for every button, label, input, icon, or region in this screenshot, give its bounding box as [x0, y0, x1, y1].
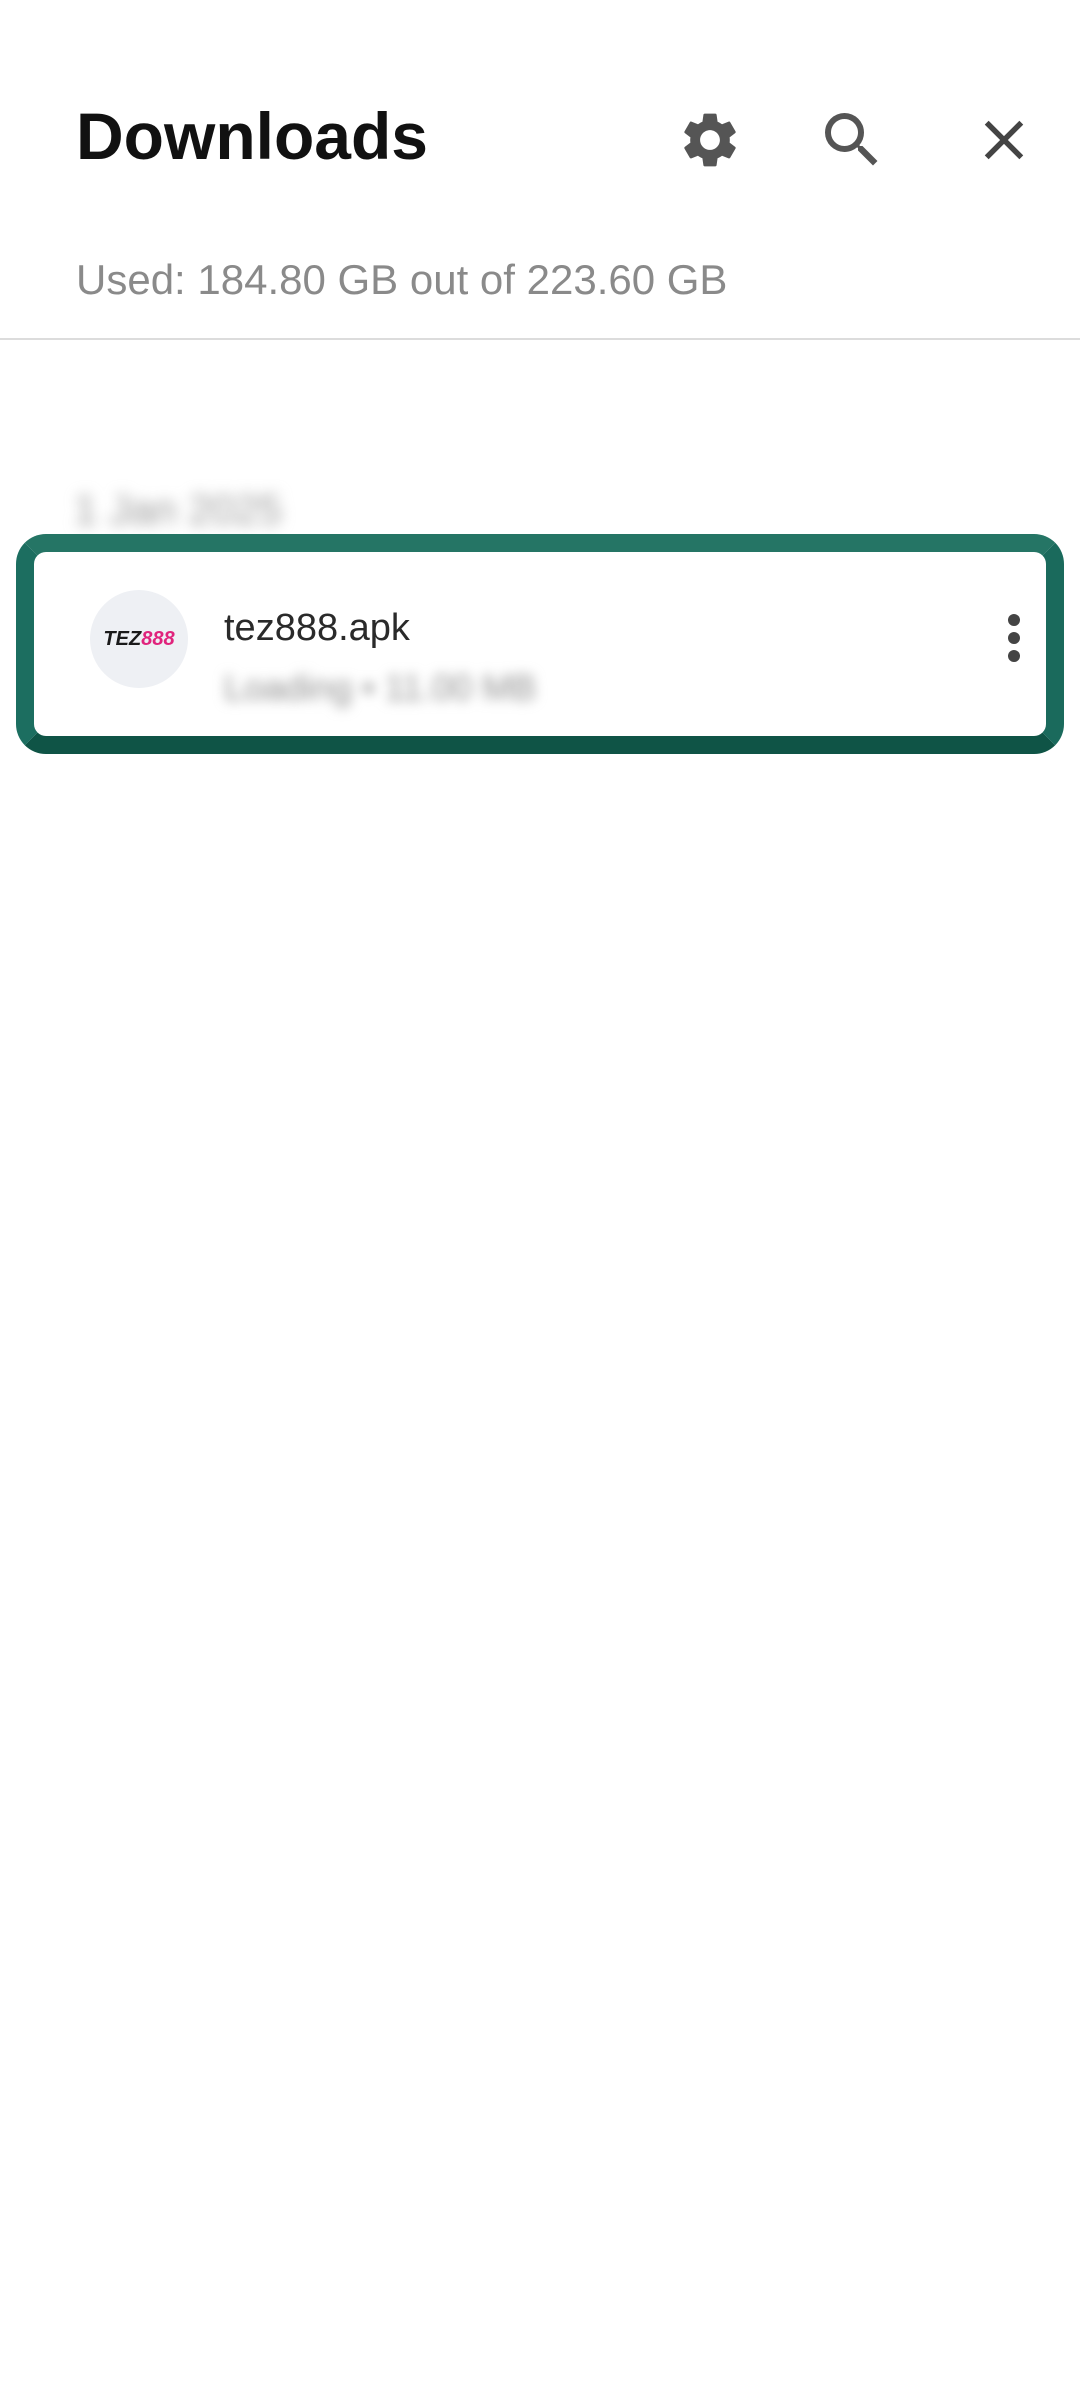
- app-logo-text-accent: 888: [141, 627, 175, 650]
- settings-button[interactable]: [662, 92, 758, 188]
- page-title: Downloads: [76, 99, 429, 173]
- more-vert-icon: [1008, 614, 1020, 662]
- file-name: tez888.apk: [224, 607, 410, 649]
- app-thumbnail: TEZ 888: [90, 590, 188, 688]
- download-item[interactable]: TEZ 888 tez888.apk Loading • 11.00 MB: [16, 534, 1064, 754]
- gear-icon: [684, 113, 736, 167]
- more-options-button[interactable]: [984, 598, 1044, 678]
- storage-used-text: Used: 184.80 GB out of 223.60 GB: [76, 256, 728, 303]
- app-logo-text: TEZ: [103, 627, 142, 650]
- search-icon: [825, 113, 878, 166]
- close-button[interactable]: [956, 92, 1052, 188]
- search-button[interactable]: [804, 92, 900, 188]
- date-group-header: 1 Jan 2025: [74, 486, 282, 533]
- top-app-bar: Downloads Used: 184.80 GB out of 223.60 …: [0, 0, 1080, 340]
- close-icon: [984, 120, 1024, 160]
- file-meta: Loading • 11.00 MB: [224, 667, 537, 708]
